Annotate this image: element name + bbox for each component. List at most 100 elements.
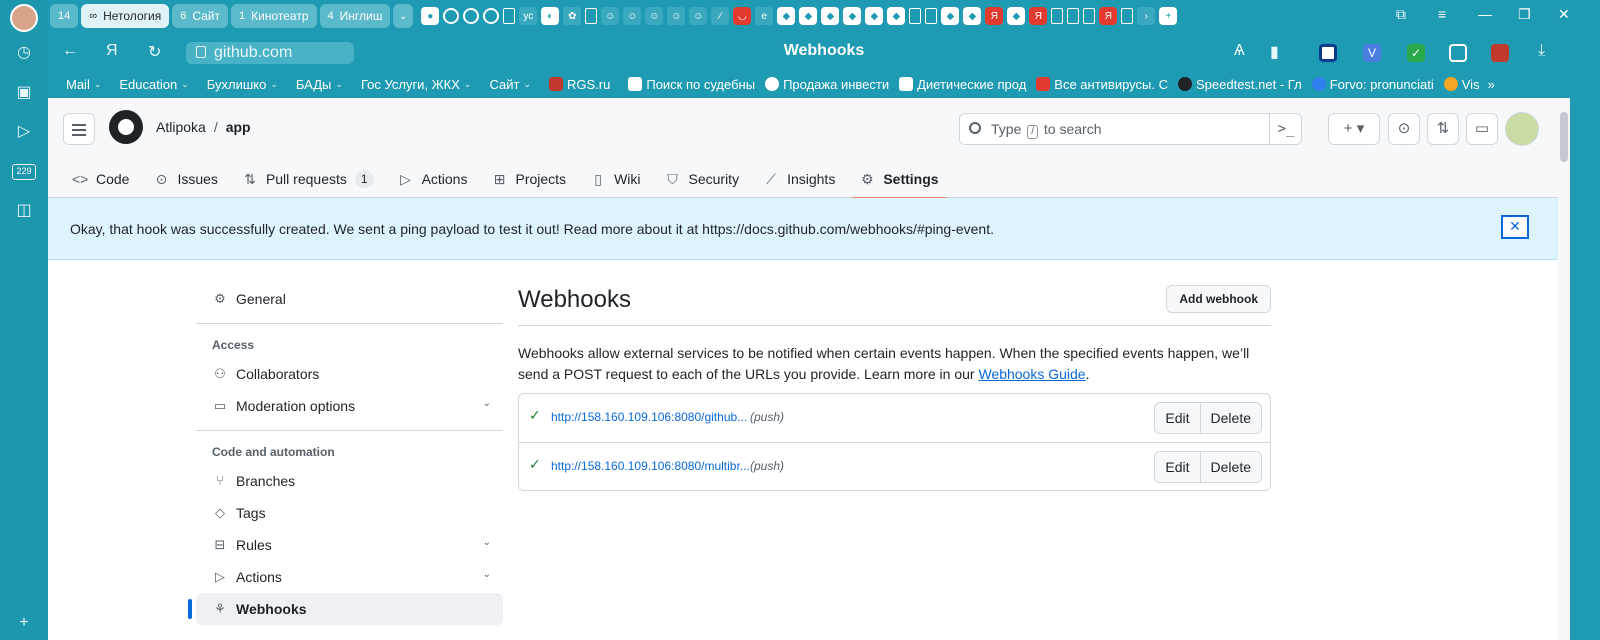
bitwarden-extension-icon[interactable] <box>1319 44 1337 62</box>
hamburger-menu-button[interactable] <box>63 113 95 145</box>
user-avatar[interactable] <box>1505 112 1539 146</box>
tab-code[interactable]: <> Code <box>64 160 137 198</box>
bookmark-folder[interactable]: Сайт ⌄ <box>489 77 531 92</box>
bookmark-link[interactable]: Все антивирусы. С <box>1036 77 1168 92</box>
delete-button[interactable]: Delete <box>1199 452 1261 482</box>
tab-projects[interactable]: ⊞ Projects <box>483 160 574 198</box>
tab-security[interactable]: ⛉ Security <box>657 160 748 198</box>
document-tab-icon[interactable] <box>503 8 516 24</box>
bookmark-link[interactable]: RGS.ru <box>549 77 610 92</box>
tab-group-cinema[interactable]: 1 Кинотеатр <box>231 4 317 28</box>
sidebar-item-general[interactable]: ⚙ General <box>196 283 503 315</box>
bookmark-link[interactable]: Forvo: pronunciati <box>1311 77 1434 92</box>
shield-tab-icon[interactable]: ◆ <box>843 7 862 25</box>
tab-group-site[interactable]: 6 Сайт <box>172 4 229 28</box>
github-tab-icon[interactable] <box>483 8 500 24</box>
tab-actions[interactable]: ▷ Actions <box>390 160 476 198</box>
shield-tab-icon[interactable]: ◆ <box>963 7 982 25</box>
document-tab-icon[interactable] <box>1121 8 1134 24</box>
document-tab-icon[interactable] <box>585 8 598 24</box>
sidebar-item-tags[interactable]: ◇ Tags <box>196 497 503 529</box>
extensions-icon[interactable] <box>1449 44 1467 62</box>
tab-favicon[interactable]: ☺ <box>645 7 664 25</box>
tab-favicon[interactable]: ✿ <box>563 7 582 25</box>
sidebar-item-rules[interactable]: ⊟ Rules ⌄ <box>196 529 503 561</box>
edit-button[interactable]: Edit <box>1155 452 1199 482</box>
tab-favicon[interactable]: ☺ <box>689 7 708 25</box>
webhook-url-link[interactable]: http://158.160.109.106:8080/multibr... <box>551 459 750 473</box>
yandex-tab-icon[interactable]: Я <box>1099 7 1118 25</box>
sidebar-item-collaborators[interactable]: ⚇ Collaborators <box>196 358 503 390</box>
bookmark-folder[interactable]: Гос Услуги, ЖКХ ⌄ <box>361 77 472 92</box>
bookmark-link[interactable]: Диетические прод <box>899 77 1026 92</box>
delete-button[interactable]: Delete <box>1199 403 1261 433</box>
bookmark-link[interactable]: Поиск по судебны <box>628 77 755 92</box>
bookmark-folder[interactable]: Mail ⌄ <box>66 77 101 92</box>
tab-favicon[interactable]: ∕ <box>711 7 730 25</box>
tab-group-english[interactable]: 4 Инглиш <box>319 4 391 28</box>
document-tab-icon[interactable] <box>1051 8 1064 24</box>
tab-favicon[interactable]: e <box>755 7 774 25</box>
tab-group-netology[interactable]: ∞ Нетология <box>81 4 170 28</box>
tab-groups-chevron-icon[interactable]: ⌄ <box>393 4 414 28</box>
more-bookmarks-icon[interactable]: » <box>1488 77 1495 92</box>
shield-tab-icon[interactable]: ◆ <box>1007 7 1026 25</box>
tab-favicon[interactable]: ☺ <box>667 7 686 25</box>
profile-extension-icon[interactable] <box>1491 44 1509 62</box>
tab-favicon[interactable]: ☺ <box>623 7 642 25</box>
tab-favicon[interactable]: ус <box>519 7 538 25</box>
yandex-tab-icon[interactable]: Я <box>1029 7 1048 25</box>
bookmark-link[interactable]: Продажа инвести <box>765 77 889 92</box>
video-icon[interactable]: ▷ <box>13 121 35 143</box>
add-panel-icon[interactable]: + <box>13 612 35 634</box>
scrollbar-thumb[interactable] <box>1560 112 1568 162</box>
shield-tab-icon[interactable]: ◆ <box>887 7 906 25</box>
tab-favicon[interactable]: ● <box>421 7 440 25</box>
command-palette-icon[interactable]: >_ <box>1269 113 1302 145</box>
menu-icon[interactable]: ≡ <box>1438 6 1446 22</box>
check-extension-icon[interactable]: ✓ <box>1407 44 1425 62</box>
create-new-button[interactable]: + ▾ <box>1328 113 1380 145</box>
shield-tab-icon[interactable]: ◆ <box>799 7 818 25</box>
notifications-badge[interactable]: 229 <box>12 164 36 180</box>
tab-settings[interactable]: ⚙ Settings <box>851 160 947 199</box>
repo-link[interactable]: app <box>226 119 251 135</box>
bookmark-link[interactable]: Speedtest.net - Гл <box>1178 77 1302 92</box>
shield-tab-icon[interactable]: ◆ <box>777 7 796 25</box>
bookmark-folder[interactable]: Бухлишко ⌄ <box>207 77 278 92</box>
pull-requests-icon[interactable]: ⇅ <box>1427 113 1459 145</box>
sidebar-item-moderation[interactable]: ▭ Moderation options ⌄ <box>196 390 503 422</box>
close-window-icon[interactable]: ✕ <box>1558 6 1570 23</box>
bookmark-folder[interactable]: Education ⌄ <box>119 77 188 92</box>
sidebar-item-branches[interactable]: ⑂ Branches <box>196 465 503 497</box>
v-extension-icon[interactable]: V <box>1363 44 1381 62</box>
restore-icon[interactable]: ❐ <box>1518 6 1531 23</box>
github-logo-icon[interactable] <box>109 110 143 144</box>
tab-scroll-right-icon[interactable]: › <box>1137 7 1156 25</box>
shield-tab-icon[interactable]: ◆ <box>821 7 840 25</box>
collections-icon[interactable]: ▣ <box>13 82 35 104</box>
close-icon[interactable]: ✕ <box>1501 215 1529 239</box>
document-tab-icon[interactable] <box>1083 8 1096 24</box>
profile-avatar[interactable] <box>10 4 38 32</box>
yandex-tab-icon[interactable]: Я <box>985 7 1004 25</box>
new-tab-icon[interactable]: + <box>1159 7 1178 25</box>
tab-issues[interactable]: ⊙ Issues <box>145 160 225 198</box>
page-scrollbar[interactable] <box>1558 98 1570 640</box>
tab-insights[interactable]: ⟋ Insights <box>755 160 843 198</box>
translate-icon[interactable]: Ѧ <box>1234 42 1245 60</box>
tab-group-1[interactable]: 14 <box>50 4 79 28</box>
screenshot-icon[interactable]: ◫ <box>13 200 35 222</box>
minimize-icon[interactable]: — <box>1478 6 1492 22</box>
bookmark-folder[interactable]: БАДы ⌄ <box>296 77 343 92</box>
document-tab-icon[interactable] <box>925 8 938 24</box>
github-tab-icon[interactable] <box>463 8 480 24</box>
webhooks-guide-link[interactable]: Webhooks Guide <box>978 366 1085 382</box>
shield-tab-icon[interactable]: ◆ <box>941 7 960 25</box>
sidebar-item-actions[interactable]: ▷ Actions ⌄ <box>196 561 503 593</box>
edit-button[interactable]: Edit <box>1155 403 1199 433</box>
issues-icon[interactable]: ⊙ <box>1388 113 1420 145</box>
tab-favicon[interactable]: ◐ <box>541 7 560 25</box>
inbox-icon[interactable]: ▭ <box>1466 113 1498 145</box>
github-tab-icon[interactable] <box>443 8 460 24</box>
